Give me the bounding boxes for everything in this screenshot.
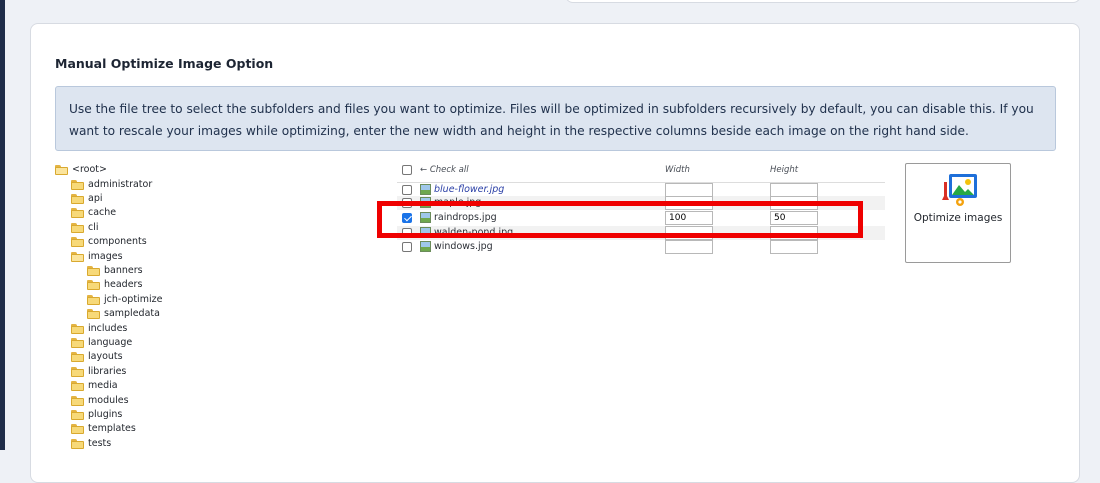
tree-label: api: [88, 193, 103, 204]
tree-label: plugins: [88, 409, 123, 420]
tree-label: headers: [104, 279, 143, 290]
folder-icon: [71, 180, 84, 190]
panel-title: Manual Optimize Image Option: [55, 56, 274, 71]
tree-label: cache: [88, 207, 117, 218]
folder-icon: [71, 396, 84, 406]
width-input[interactable]: [665, 240, 713, 254]
width-header: Width: [665, 165, 690, 175]
highlight-box: [377, 201, 863, 238]
folder-icon: [87, 309, 100, 319]
top-card: [565, 0, 1081, 3]
optimize-images-button[interactable]: Optimize images: [905, 163, 1011, 263]
file-name: windows.jpg: [434, 241, 493, 252]
image-file-icon: [420, 241, 431, 252]
tree-label: sampledata: [104, 308, 160, 319]
folder-icon: [87, 266, 100, 276]
folder-icon: [71, 208, 84, 218]
check-all-row: ← Check all: [397, 163, 885, 177]
folder-icon: [71, 410, 84, 420]
tree-label: images: [88, 251, 123, 262]
tree-label: language: [88, 337, 133, 348]
folder-icon: [71, 194, 84, 204]
check-all-checkbox[interactable]: [402, 165, 412, 175]
info-message: Use the file tree to select the subfolde…: [55, 86, 1056, 151]
tree-label: <root>: [72, 164, 107, 175]
tree-label: banners: [104, 265, 143, 276]
folder-icon: [71, 324, 84, 334]
folder-open-icon: [55, 165, 68, 175]
file-name[interactable]: blue-flower.jpg: [434, 183, 504, 197]
folder-open-icon: [71, 252, 84, 262]
tree-label: libraries: [88, 366, 127, 377]
tree-label: includes: [88, 323, 128, 334]
image-optimize-icon: [942, 174, 977, 206]
folder-icon: [71, 338, 84, 348]
tree-label: layouts: [88, 351, 123, 362]
width-input[interactable]: [665, 183, 713, 197]
tree-label: tests: [88, 438, 112, 449]
file-row: windows.jpg: [397, 240, 885, 254]
tree-label: components: [88, 236, 147, 247]
folder-icon: [71, 439, 84, 449]
check-all-label: ← Check all: [420, 165, 469, 175]
folder-icon: [71, 424, 84, 434]
optimize-images-label: Optimize images: [913, 212, 1003, 224]
height-input[interactable]: [770, 183, 818, 197]
folder-icon: [87, 295, 100, 305]
file-row: blue-flower.jpg: [397, 182, 885, 197]
file-checkbox[interactable]: [402, 242, 412, 252]
tree-label: media: [88, 380, 118, 391]
height-header: Height: [770, 165, 799, 175]
folder-icon: [71, 237, 84, 247]
folder-icon: [71, 352, 84, 362]
tree-label: cli: [88, 222, 99, 233]
image-file-icon: [420, 184, 431, 195]
folder-icon: [71, 381, 84, 391]
folder-icon: [87, 280, 100, 290]
tree-label: administrator: [88, 179, 153, 190]
left-rail: [0, 0, 5, 450]
folder-icon: [71, 367, 84, 377]
height-input[interactable]: [770, 240, 818, 254]
tree-label: modules: [88, 395, 129, 406]
tree-label: templates: [88, 423, 136, 434]
tree-label: jch-optimize: [104, 294, 163, 305]
folder-icon: [71, 223, 84, 233]
file-checkbox[interactable]: [402, 185, 412, 195]
